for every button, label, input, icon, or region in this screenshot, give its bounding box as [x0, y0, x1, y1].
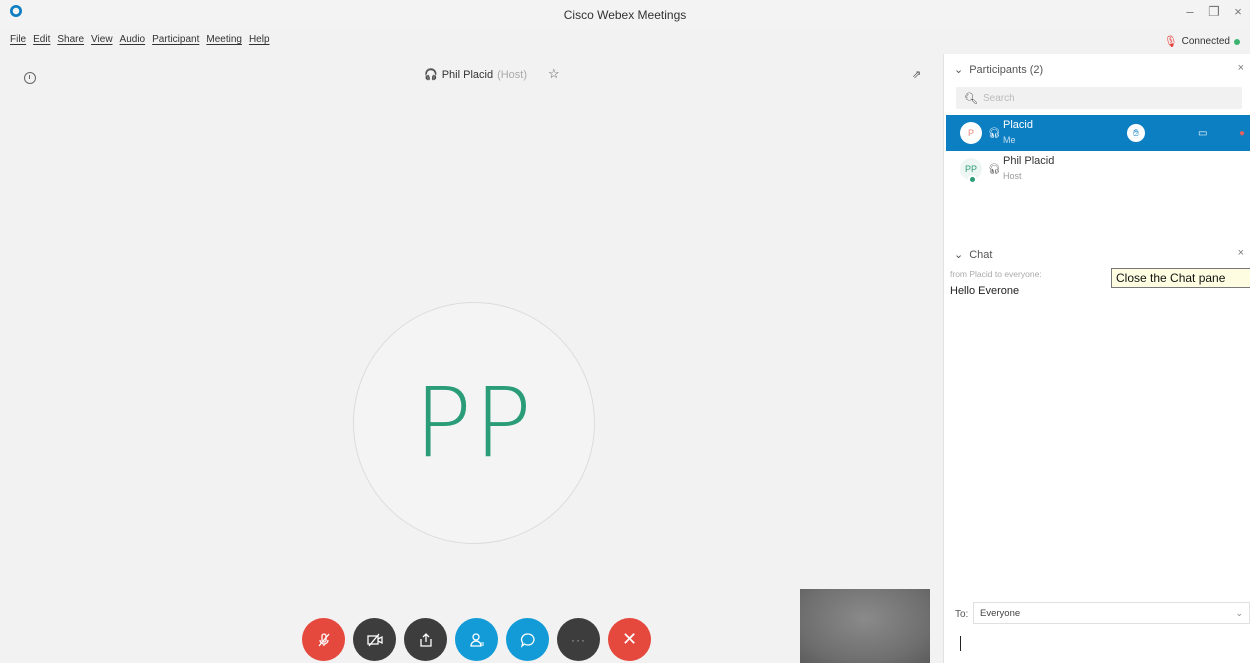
headset-icon: 🎧︎ [988, 127, 1001, 139]
chat-header[interactable]: ⌄ Chat [954, 248, 993, 262]
chat-input[interactable] [954, 632, 1244, 658]
participant-search-input[interactable]: 🔍︎ Search [956, 87, 1242, 109]
end-meeting-button[interactable]: ✕ [608, 618, 651, 661]
search-icon: 🔍︎ [964, 92, 978, 105]
participants-button[interactable] [455, 618, 498, 661]
side-panel: ⌄ Participants (2) × 🔍︎ Search P 🎧︎ Plac… [943, 54, 1250, 663]
participants-title: Participants (2) [969, 63, 1044, 76]
participant-role: Me [1003, 135, 1016, 145]
connection-status[interactable]: 🎙 Connected [1164, 35, 1240, 48]
close-participants-icon[interactable]: × [1238, 62, 1244, 74]
speaker-avatar: PP [353, 302, 595, 544]
meeting-info-icon[interactable] [24, 72, 36, 84]
participants-header[interactable]: ⌄ Participants (2) [954, 63, 1044, 77]
mic-muted-icon[interactable]: ● [1239, 128, 1245, 139]
share-icon [419, 632, 432, 647]
video-stage: 🎧 Phil Placid (Host) ☆ ⇗ PP ··· ✕ [0, 54, 940, 663]
menu-share[interactable]: Share [57, 34, 84, 45]
raise-hand-icon[interactable]: ✋︎ [1127, 124, 1145, 142]
chat-title: Chat [969, 248, 993, 261]
menu-meeting[interactable]: Meeting [206, 34, 242, 45]
chat-message: Hello Everone [950, 285, 1020, 297]
connection-dot-icon [1234, 38, 1240, 45]
close-chat-tooltip: Close the Chat pane [1111, 268, 1250, 288]
avatar-initials: PP [414, 367, 534, 479]
close-icon: ✕ [621, 629, 638, 649]
window-title: Cisco Webex Meetings [563, 8, 687, 22]
menu-bar: File Edit Share View Audio Participant M… [10, 34, 270, 45]
video-off-icon [366, 633, 383, 646]
text-caret [960, 636, 961, 651]
participants-icon [469, 632, 484, 647]
self-view-video[interactable] [800, 589, 930, 663]
meeting-controls: ··· ✕ [302, 618, 651, 661]
mic-off-icon [318, 632, 329, 646]
participant-row[interactable]: P 🎧︎ Placid Me ✋︎ ▭ ● [946, 115, 1250, 151]
close-chat-icon[interactable]: × [1238, 247, 1244, 259]
host-badge-icon [968, 175, 977, 184]
video-icon[interactable]: ▭ [1198, 128, 1207, 139]
share-button[interactable] [404, 618, 447, 661]
menu-edit[interactable]: Edit [33, 34, 50, 45]
star-icon[interactable]: ☆ [548, 66, 560, 82]
menu-audio[interactable]: Audio [120, 34, 146, 45]
search-placeholder: Search [982, 92, 1015, 104]
video-button[interactable] [353, 618, 396, 661]
chevron-down-icon: ⌄ [954, 64, 964, 76]
chat-icon [520, 632, 535, 648]
menu-view[interactable]: View [91, 34, 113, 45]
minimize-icon[interactable]: – [1184, 4, 1196, 20]
more-icon: ··· [571, 632, 586, 647]
title-bar: Cisco Webex Meetings – ❐ × [0, 0, 1250, 30]
chat-sender: from Placid to everyone: [950, 269, 1042, 279]
close-window-icon[interactable]: × [1232, 4, 1244, 20]
menu-help[interactable]: Help [249, 34, 270, 45]
speaker-role: (Host) [497, 68, 528, 81]
participant-avatar: P [960, 122, 982, 144]
participant-name: Placid [1003, 119, 1033, 131]
headset-icon: 🎧︎ [988, 163, 1001, 175]
to-label: To: [955, 609, 969, 620]
more-options-button[interactable]: ··· [557, 618, 600, 661]
menu-file[interactable]: File [10, 34, 26, 45]
chevron-down-icon: ⌄ [1235, 608, 1243, 618]
active-speaker: 🎧 Phil Placid (Host) [424, 68, 528, 82]
window-controls: – ❐ × [1184, 4, 1244, 20]
connection-label: Connected [1181, 36, 1230, 47]
menu-participant[interactable]: Participant [152, 34, 199, 45]
participant-role: Host [1003, 171, 1022, 181]
chat-recipient-select[interactable]: Everyone ⌄ [973, 602, 1250, 624]
popout-icon[interactable]: ⇗ [912, 68, 921, 81]
restore-icon[interactable]: ❐ [1208, 4, 1220, 20]
speaker-name: Phil Placid [441, 68, 494, 81]
mute-button[interactable] [302, 618, 345, 661]
participant-row[interactable]: PP 🎧︎ Phil Placid Host [946, 151, 1250, 187]
chevron-down-icon: ⌄ [954, 249, 964, 261]
recipient-value: Everyone [980, 607, 1021, 619]
participant-name: Phil Placid [1003, 155, 1055, 167]
speaker-audio-icon: 🎧 [424, 69, 438, 81]
microphone-icon: 🎙 [1163, 36, 1178, 48]
chat-button[interactable] [506, 618, 549, 661]
